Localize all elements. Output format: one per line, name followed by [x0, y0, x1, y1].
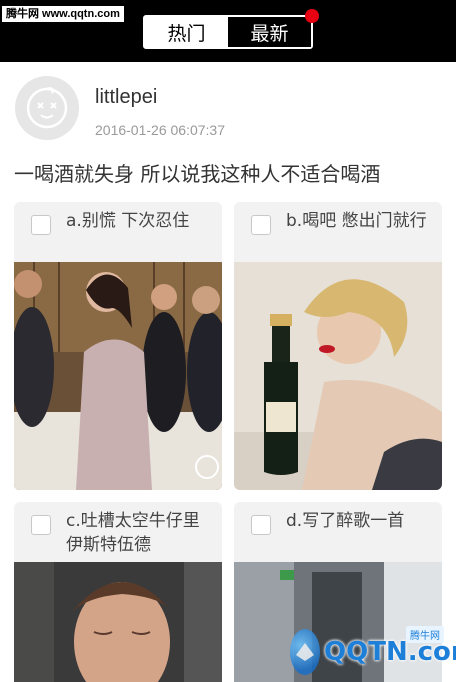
option-d-label: d.写了醉歌一首 — [286, 511, 405, 531]
option-card-c[interactable]: c.吐槽太空牛仔里伊斯特伍德 — [14, 502, 222, 682]
globe-logo-icon — [290, 629, 320, 675]
party-photo — [14, 262, 222, 490]
site-watermark: QQTN.com 腾牛网 — [290, 626, 456, 678]
post-question: 一喝酒就失身 所以说我这种人不适合喝酒 — [14, 162, 381, 186]
option-c-label: c.吐槽太空牛仔里伊斯特伍德 — [66, 511, 200, 555]
post-content: littlepei 2016-01-26 06:07:37 一喝酒就失身 所以说… — [0, 62, 456, 682]
champagne-bottle-photo — [234, 262, 442, 490]
watermark-tag: 腾牛网 — [406, 626, 444, 643]
top-watermark: 腾牛网 www.qqtn.com — [2, 6, 124, 22]
feed-tab-switcher: 热门 最新 — [143, 9, 319, 49]
option-card-a[interactable]: a.别慌 下次忍住 — [14, 202, 222, 490]
avatar[interactable] — [15, 76, 79, 140]
tab-latest[interactable]: 最新 — [228, 17, 311, 47]
option-b-label: b.喝吧 憋出门就行 — [286, 211, 427, 231]
option-c-checkbox[interactable] — [31, 515, 51, 535]
top-bar: 腾牛网 www.qqtn.com 热门 最新 — [0, 0, 456, 62]
option-a-label: a.别慌 下次忍住 — [66, 211, 190, 231]
option-d-checkbox[interactable] — [251, 515, 271, 535]
option-a-checkbox[interactable] — [31, 215, 51, 235]
tab-hot[interactable]: 热门 — [145, 17, 228, 47]
notification-dot — [305, 9, 319, 23]
username[interactable]: littlepei — [95, 86, 157, 109]
man-closed-eyes-photo — [14, 562, 222, 682]
option-b-checkbox[interactable] — [251, 215, 271, 235]
mascot-face-icon — [26, 87, 68, 129]
option-card-b[interactable]: b.喝吧 憋出门就行 — [234, 202, 442, 490]
post-timestamp: 2016-01-26 06:07:37 — [95, 122, 225, 138]
